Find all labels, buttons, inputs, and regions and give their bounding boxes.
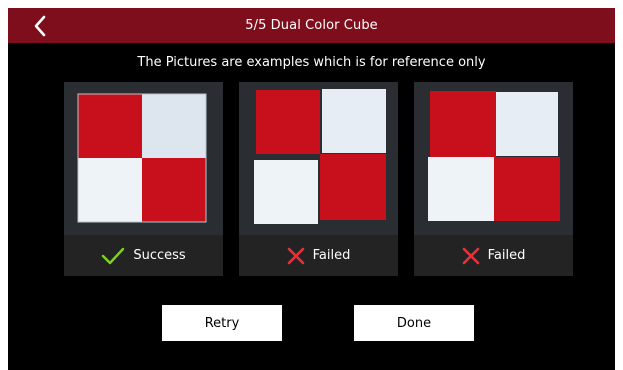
x-icon — [287, 247, 305, 265]
done-button[interactable]: Done — [354, 305, 474, 341]
back-button[interactable] — [28, 14, 52, 38]
page-title: 5/5 Dual Color Cube — [245, 18, 378, 33]
example-card-success: Success — [64, 82, 223, 276]
example-image-failed-misaligned — [414, 82, 573, 235]
example-footer: Success — [64, 235, 223, 276]
check-icon — [101, 247, 125, 265]
example-card-failed-misaligned: Failed — [414, 82, 573, 276]
example-label: Success — [133, 248, 186, 263]
example-image-success — [64, 82, 223, 235]
screen: 5/5 Dual Color Cube The Pictures are exa… — [8, 8, 615, 370]
example-card-failed-gap: Failed — [239, 82, 398, 276]
chevron-left-icon — [34, 15, 46, 37]
retry-button[interactable]: Retry — [162, 305, 282, 341]
example-label: Failed — [487, 248, 526, 263]
example-label: Failed — [312, 248, 351, 263]
example-footer: Failed — [414, 235, 573, 276]
header-bar: 5/5 Dual Color Cube — [8, 8, 615, 43]
x-icon — [462, 247, 480, 265]
reference-note: The Pictures are examples which is for r… — [137, 55, 486, 70]
example-image-failed-gap — [239, 82, 398, 235]
example-footer: Failed — [239, 235, 398, 276]
